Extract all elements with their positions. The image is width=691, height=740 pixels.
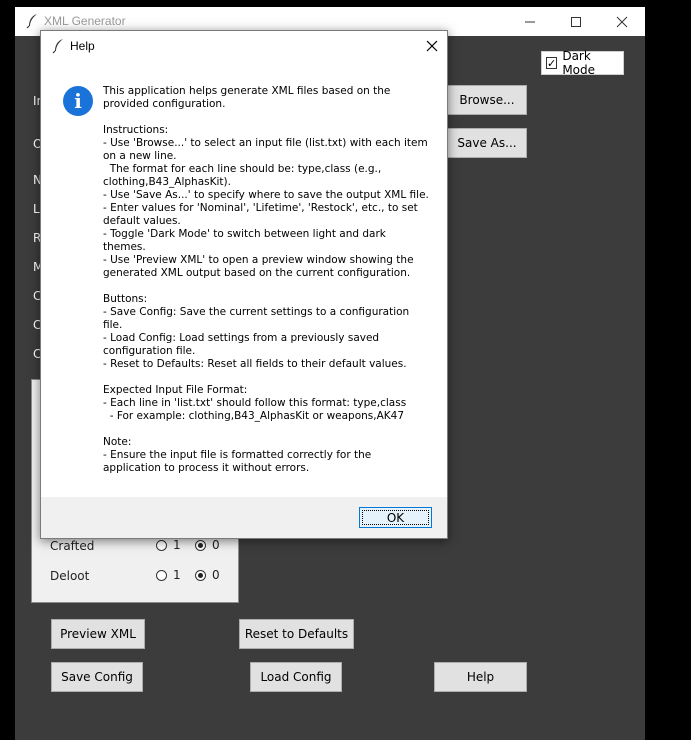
feather-icon — [51, 38, 67, 54]
help-button[interactable]: Help — [434, 662, 527, 692]
maximize-button[interactable] — [553, 7, 599, 36]
help-body-text: This application helps generate XML file… — [103, 85, 429, 474]
help-footer: OK — [41, 497, 447, 538]
deloot-radio-1-label: 1 — [173, 568, 181, 582]
help-titlebar: Help — [41, 31, 447, 61]
crafted-radio-1[interactable] — [156, 540, 167, 551]
crafted-label: Crafted — [50, 539, 95, 553]
preview-xml-button[interactable]: Preview XML — [51, 619, 145, 649]
load-config-button[interactable]: Load Config — [250, 662, 342, 692]
deloot-radio-0-label: 0 — [212, 568, 220, 582]
reset-defaults-button[interactable]: Reset to Defaults — [239, 619, 354, 649]
help-dialog: Help i This application helps generate X… — [40, 30, 448, 539]
minimize-button[interactable] — [507, 7, 553, 36]
close-button[interactable] — [599, 7, 645, 36]
save-config-button[interactable]: Save Config — [51, 662, 143, 692]
close-icon — [426, 40, 438, 52]
deloot-radio-1[interactable] — [156, 570, 167, 581]
deloot-label: Deloot — [50, 569, 90, 583]
window-title: XML Generator — [44, 14, 126, 28]
deloot-radio-0[interactable] — [195, 570, 206, 581]
help-close-button[interactable] — [417, 31, 447, 61]
checkmark-icon: ✓ — [546, 56, 558, 70]
info-icon: i — [63, 86, 93, 116]
ok-button[interactable]: OK — [359, 507, 432, 528]
dark-mode-label: Dark Mode — [562, 49, 596, 77]
help-title: Help — [70, 39, 95, 53]
feather-icon — [25, 13, 41, 29]
save-as-button[interactable]: Save As... — [447, 128, 527, 158]
crafted-radio-0[interactable] — [195, 540, 206, 551]
crafted-radio-1-label: 1 — [173, 538, 181, 552]
browse-button[interactable]: Browse... — [447, 85, 527, 115]
dark-mode-checkbox[interactable]: ✓ Dark Mode — [541, 49, 624, 77]
crafted-radio-0-label: 0 — [212, 538, 220, 552]
